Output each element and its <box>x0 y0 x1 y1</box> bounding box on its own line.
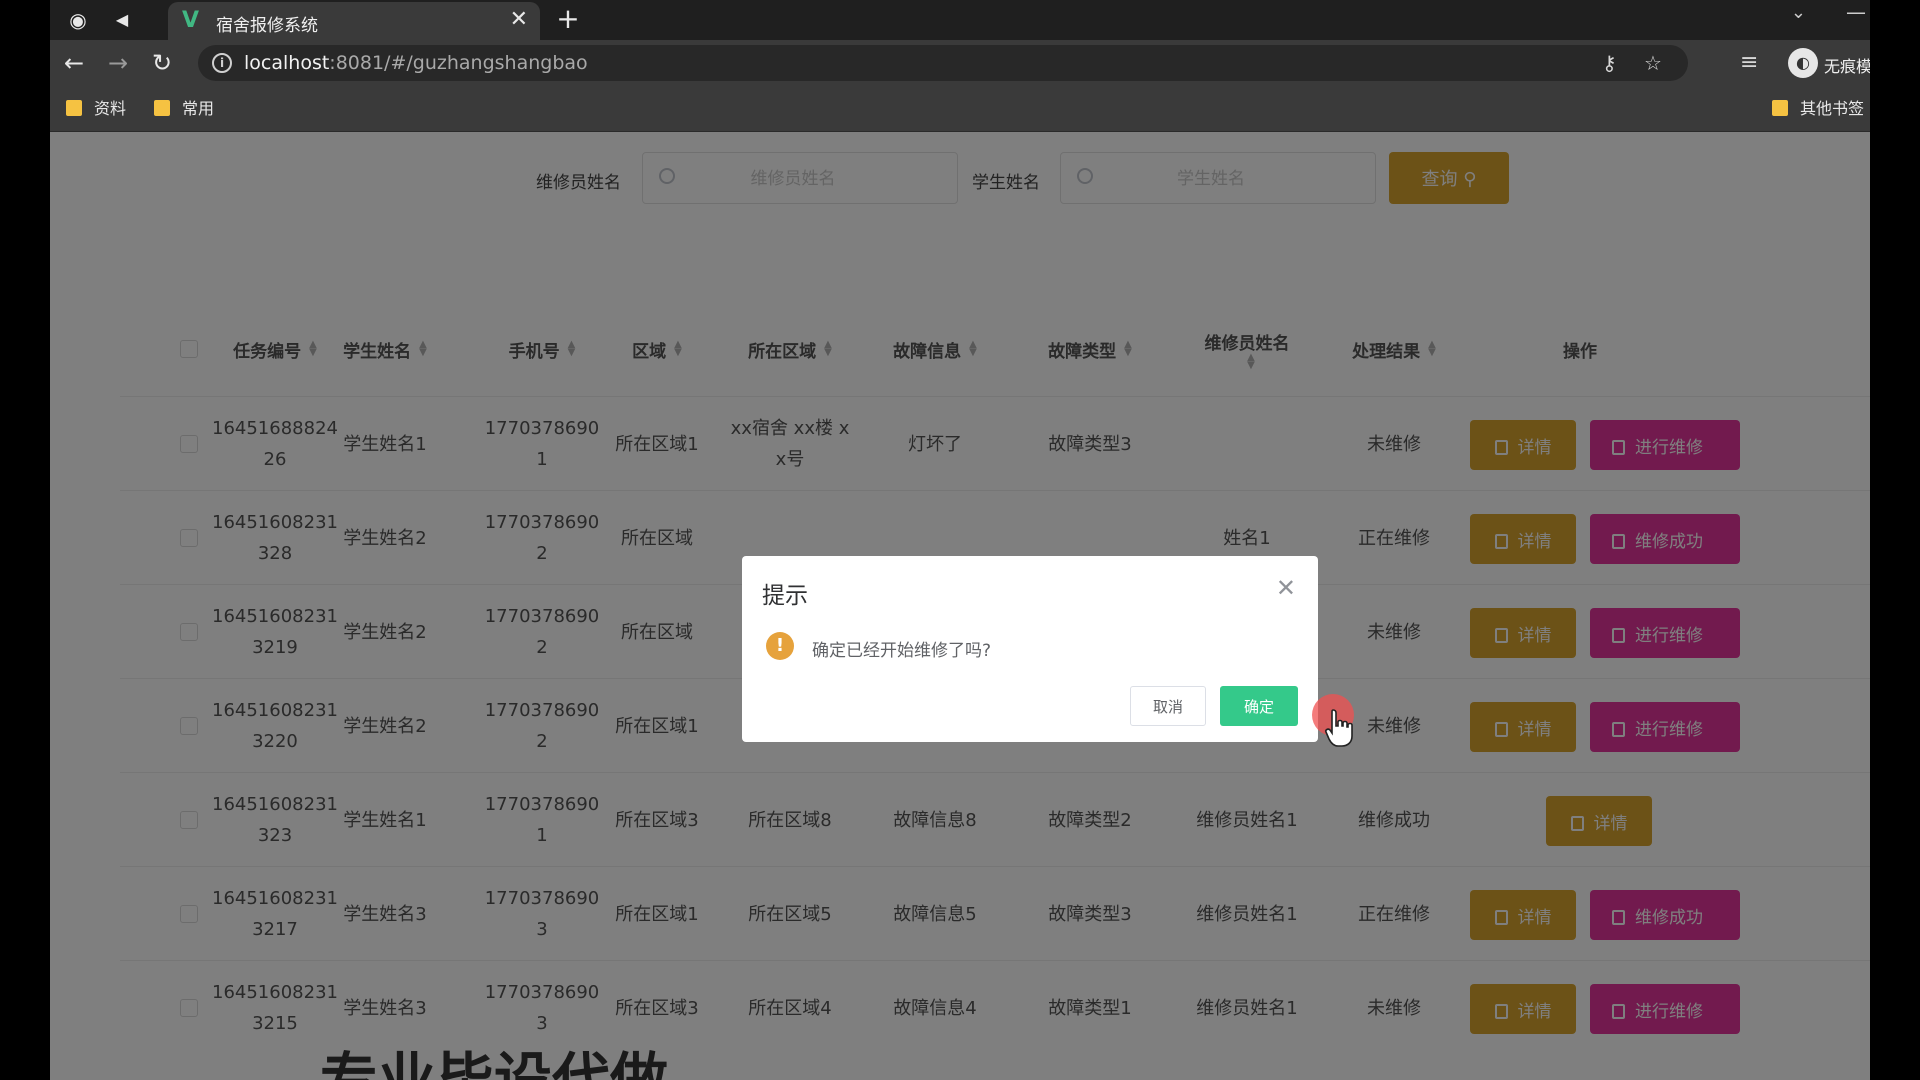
reading-list-icon[interactable]: ≡ <box>1740 50 1758 75</box>
url-text: localhost:8081/#/guzhangshangbao <box>244 52 588 74</box>
reload-icon[interactable]: ↻ <box>146 47 178 79</box>
tab-search-chevron-icon[interactable]: ⌄ <box>1791 2 1806 23</box>
url-host: localhost <box>244 52 330 74</box>
url-path: :8081/#/guzhangshangbao <box>329 52 588 74</box>
browser-toolbar: ← → ↻ i localhost:8081/#/guzhangshangbao… <box>50 40 1870 86</box>
incognito-icon: ◐ <box>1788 48 1818 78</box>
bookmark-folder-changyong[interactable]: 常用 <box>154 98 214 120</box>
other-bookmarks[interactable]: 其他书签 <box>1772 98 1864 120</box>
video-subtitle: 专业毕设代做 <box>320 1046 669 1080</box>
tab-strip: ◉ ◀ V 宿舍报修系统 ✕ + ⌄ — <box>50 0 1870 40</box>
dialog-message: 确定已经开始维修了吗? <box>812 641 992 661</box>
confirm-button[interactable]: 确定 <box>1220 686 1298 726</box>
site-info-icon[interactable]: i <box>212 53 232 73</box>
bookmarks-bar: 资料 常用 其他书签 <box>50 86 1870 132</box>
browser-window: ◉ ◀ V 宿舍报修系统 ✕ + ⌄ — ← → ↻ i localhost:8… <box>50 0 1870 1080</box>
tab-close-icon[interactable]: ✕ <box>510 8 528 32</box>
cancel-button[interactable]: 取消 <box>1130 686 1206 726</box>
password-key-icon[interactable]: ⚷ <box>1602 51 1617 75</box>
new-tab-button[interactable]: + <box>550 2 586 38</box>
folder-icon <box>66 100 82 116</box>
address-bar[interactable]: i localhost:8081/#/guzhangshangbao ⚷ ☆ <box>198 45 1688 81</box>
folder-icon <box>1772 100 1788 116</box>
bookmark-label: 其他书签 <box>1800 99 1865 118</box>
vue-favicon-icon: V <box>182 8 200 33</box>
hand-cursor-icon <box>1325 709 1353 747</box>
browser-menu-icon[interactable]: ◉ <box>62 4 94 36</box>
bookmark-folder-ziliao[interactable]: 资料 <box>66 98 126 120</box>
dialog-title: 提示 <box>762 583 808 609</box>
bookmark-star-icon[interactable]: ☆ <box>1644 51 1662 75</box>
forward-icon[interactable]: → <box>102 47 134 79</box>
tab-title: 宿舍报修系统 <box>216 16 318 36</box>
confirm-dialog: 提示 ✕ ! 确定已经开始维修了吗? 取消 确定 <box>742 556 1318 742</box>
dialog-close-icon[interactable]: ✕ <box>1276 576 1296 600</box>
warning-icon: ! <box>766 632 794 660</box>
screen: ◉ ◀ V 宿舍报修系统 ✕ + ⌄ — ← → ↻ i localhost:8… <box>0 0 1920 1080</box>
folder-icon <box>154 100 170 116</box>
minimize-icon[interactable]: — <box>1846 0 1866 24</box>
back-icon[interactable]: ← <box>58 47 90 79</box>
bookmark-label: 常用 <box>182 99 215 118</box>
incognito-profile[interactable]: ◐ 无痕模 <box>1788 48 1870 78</box>
profile-name: 无痕模 <box>1824 57 1870 76</box>
bookmark-label: 资料 <box>94 99 127 118</box>
mute-icon[interactable]: ◀ <box>106 4 138 36</box>
browser-tab[interactable]: V 宿舍报修系统 ✕ <box>168 2 540 40</box>
